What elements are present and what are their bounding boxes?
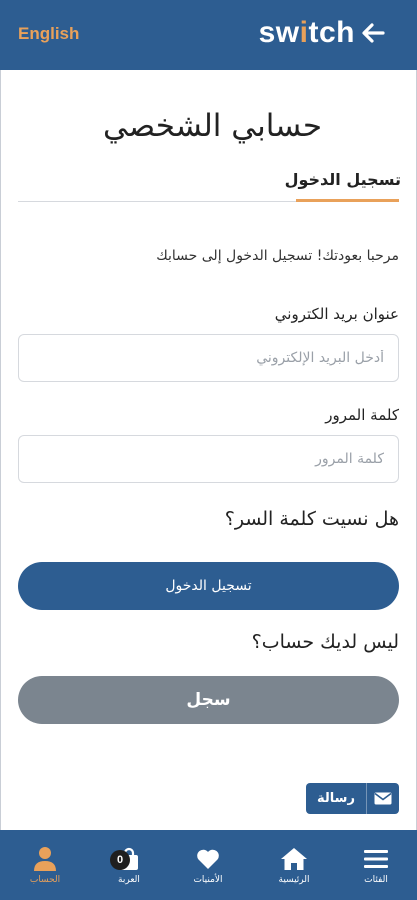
- register-button[interactable]: سجل: [18, 676, 399, 724]
- logo-text-end: tch: [308, 16, 355, 49]
- message-button-label: رسالة: [317, 791, 355, 806]
- password-label: كلمة المرور: [325, 406, 399, 424]
- menu-icon: [362, 846, 390, 872]
- welcome-text: مرحبا بعودتك! تسجيل الدخول إلى حسابك: [156, 248, 399, 264]
- nav-item-home[interactable]: الرئيسية: [259, 830, 329, 900]
- login-button[interactable]: تسجيل الدخول: [18, 562, 399, 610]
- no-account-text: ليس لديك حساب؟: [251, 631, 399, 653]
- nav-item-wishlist[interactable]: الأمنيات: [173, 830, 243, 900]
- top-header: English switch: [0, 0, 417, 70]
- nav-label-wishlist: الأمنيات: [193, 875, 223, 885]
- nav-item-categories[interactable]: الفئات: [341, 830, 411, 900]
- logo-text: switch: [259, 16, 355, 50]
- bottom-nav: الفئات الرئيسية الأمنيات 0 العربة الحساب: [0, 830, 417, 900]
- message-button[interactable]: رسالة: [306, 783, 399, 814]
- nav-item-account[interactable]: الحساب: [10, 830, 80, 900]
- nav-item-cart[interactable]: 0 العربة: [94, 830, 164, 900]
- logo-text-start: sw: [258, 16, 300, 49]
- cart-count-badge: 0: [110, 850, 130, 870]
- arrow-left-icon: [362, 23, 385, 43]
- user-icon: [31, 846, 59, 872]
- tab-active-indicator: [296, 199, 399, 202]
- heart-icon: [194, 846, 222, 872]
- switch-logo[interactable]: switch: [259, 16, 385, 50]
- home-icon: [280, 846, 308, 872]
- nav-label-account: الحساب: [29, 875, 61, 885]
- tab-login[interactable]: تسجيل الدخول: [285, 170, 401, 189]
- nav-label-home: الرئيسية: [278, 875, 310, 885]
- forgot-password-link[interactable]: هل نسيت كلمة السر؟: [225, 508, 399, 530]
- language-switch-link[interactable]: English: [18, 24, 79, 44]
- nav-label-cart: العربة: [118, 875, 140, 885]
- logo-text-dot: i: [299, 16, 309, 49]
- nav-label-categories: الفئات: [364, 875, 388, 885]
- envelope-icon: [366, 783, 399, 814]
- email-field[interactable]: [18, 334, 399, 382]
- page-title: حسابي الشخصي: [102, 108, 322, 144]
- email-label: عنوان بريد الكتروني: [274, 305, 399, 323]
- password-field[interactable]: [18, 435, 399, 483]
